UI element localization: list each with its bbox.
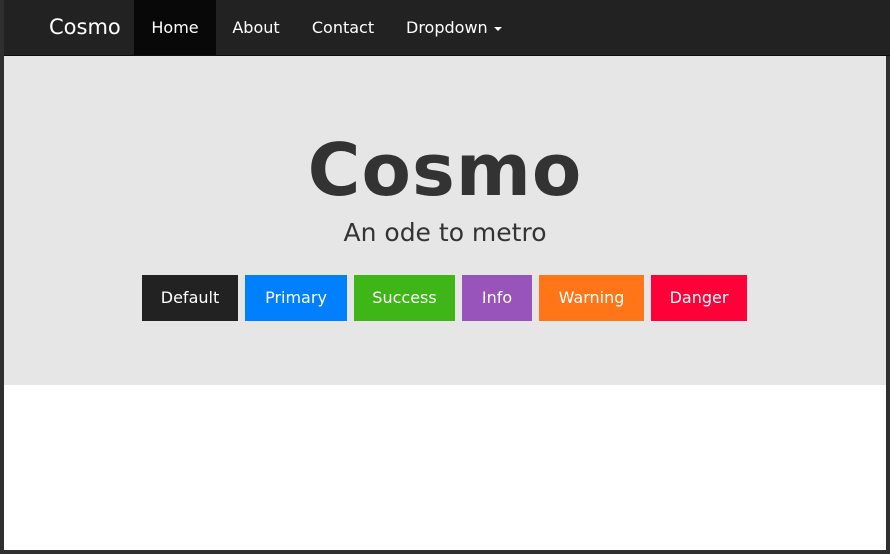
caret-down-icon [493, 26, 502, 31]
page-title: Cosmo [307, 128, 583, 212]
default-button[interactable]: Default [142, 275, 238, 321]
navbar-brand[interactable]: Cosmo [49, 0, 121, 55]
nav-item-home[interactable]: Home [134, 0, 216, 55]
nav-item-about[interactable]: About [216, 0, 296, 55]
warning-button[interactable]: Warning [539, 275, 644, 321]
danger-button[interactable]: Danger [651, 275, 747, 321]
button-group: Default Primary Success Info Warning Dan… [4, 275, 886, 321]
page-subtitle: An ode to metro [343, 218, 547, 247]
browser-frame: Cosmo Home About Contact Dropdown Cosmo … [0, 0, 890, 554]
nav-item-dropdown[interactable]: Dropdown [390, 0, 505, 55]
nav-dropdown-label: Dropdown [406, 18, 488, 37]
success-button[interactable]: Success [354, 275, 455, 321]
navbar: Cosmo Home About Contact Dropdown [4, 0, 890, 56]
primary-button[interactable]: Primary [245, 275, 347, 321]
nav-item-contact[interactable]: Contact [296, 0, 390, 55]
jumbotron: Cosmo An ode to metro Default Primary Su… [4, 56, 886, 385]
info-button[interactable]: Info [462, 275, 532, 321]
